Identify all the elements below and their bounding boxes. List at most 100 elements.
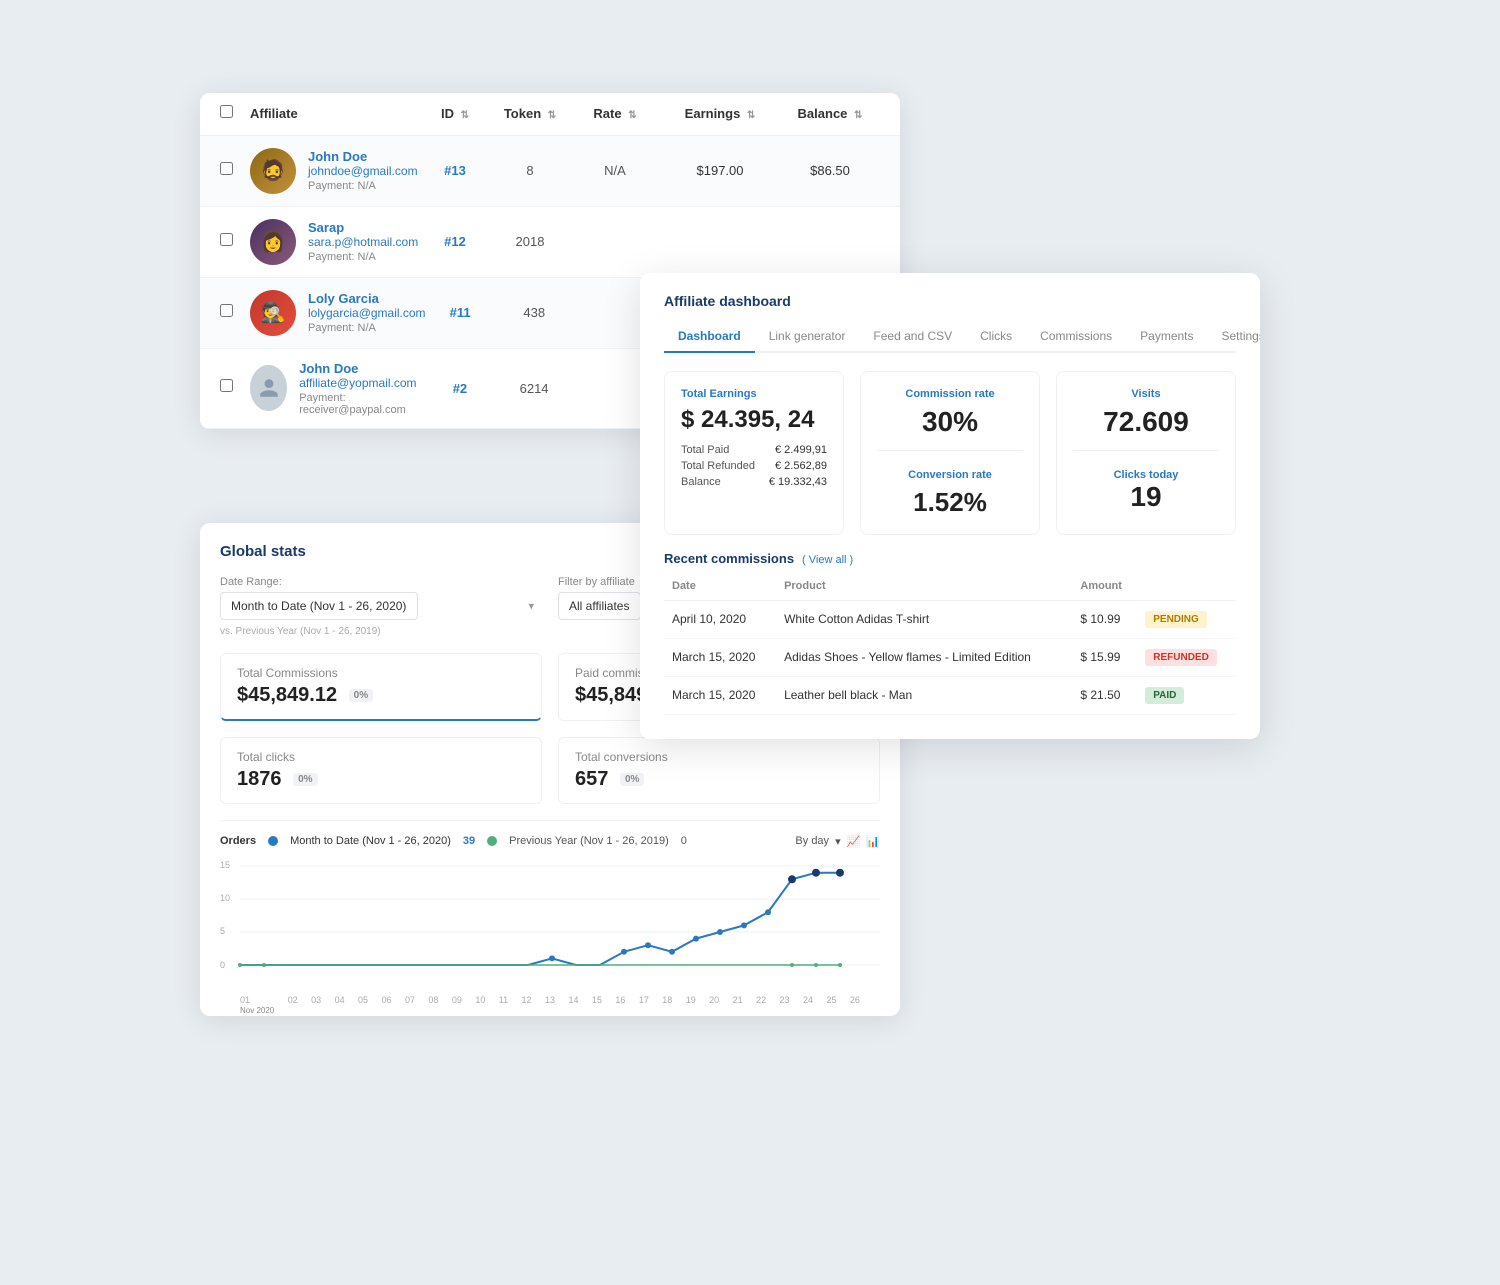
tab-dashboard[interactable]: Dashboard: [664, 323, 755, 353]
count-2: 0: [681, 835, 687, 847]
affiliate-payment-1: Payment: N/A: [308, 180, 418, 192]
affiliate-email-4[interactable]: affiliate@yopmail.com: [299, 376, 425, 390]
th-amount: Amount: [1072, 576, 1137, 601]
affiliate-name-1[interactable]: John Doe: [308, 149, 418, 164]
select-all-checkbox[interactable]: [220, 105, 233, 118]
x-label: 06: [382, 995, 392, 1015]
svg-text:5: 5: [220, 926, 225, 936]
affiliate-name-4[interactable]: John Doe: [299, 361, 425, 376]
recent-commissions-header: Recent commissions ( View all ): [664, 551, 1236, 566]
visits-divider: [1073, 450, 1219, 461]
balance-label: Balance: [681, 476, 721, 488]
x-label: 25: [826, 995, 836, 1015]
tab-settings[interactable]: Settings: [1208, 323, 1261, 353]
total-commissions-metric: Total Commissions $45,849.12 0%: [220, 653, 542, 721]
tab-link-generator[interactable]: Link generator: [755, 323, 860, 353]
svg-text:10: 10: [220, 893, 230, 903]
row-2-affiliate: 👩 Sarap sara.p@hotmail.com Payment: N/A: [250, 219, 420, 265]
affiliate-email-2[interactable]: sara.p@hotmail.com: [308, 235, 418, 249]
status-badge-pending: PENDING: [1145, 611, 1207, 628]
affiliate-payment-2: Payment: N/A: [308, 251, 418, 263]
total-conversions-metric: Total conversions 657 0%: [558, 737, 880, 804]
x-label: 13: [545, 995, 555, 1015]
total-conversions-label: Total conversions: [575, 750, 863, 764]
x-label: 20: [709, 995, 719, 1015]
total-refunded-label: Total Refunded: [681, 460, 755, 472]
total-earnings-card: Total Earnings $ 24.395, 24 Total Paid €…: [664, 371, 844, 535]
affiliate-info-2: Sarap sara.p@hotmail.com Payment: N/A: [308, 220, 418, 263]
total-clicks-value: 1876 0%: [237, 768, 525, 791]
x-label: 09: [452, 995, 462, 1015]
row-checkbox-2: [220, 233, 250, 251]
blue-dot: [268, 836, 278, 846]
bar-chart-icon[interactable]: 📊: [866, 835, 880, 848]
row-1-token: 8: [490, 163, 570, 178]
row-1-affiliate: 🧔 John Doe johndoe@gmail.com Payment: N/…: [250, 148, 420, 194]
th-product: Product: [776, 576, 1072, 601]
date-range-select-wrapper: Month to Date (Nov 1 - 26, 2020): [220, 592, 542, 620]
chart-legend: Orders Month to Date (Nov 1 - 26, 2020) …: [220, 835, 880, 848]
row-1-id: #13: [420, 163, 490, 178]
earnings-sort-icon: ⇅: [747, 110, 755, 121]
x-label: 21: [733, 995, 743, 1015]
balance-value: € 19.332,43: [769, 476, 827, 488]
row-1-earnings: $197.00: [660, 163, 780, 178]
affiliate-email-3[interactable]: lolygarcia@gmail.com: [308, 306, 426, 320]
row-4-checkbox[interactable]: [220, 379, 233, 392]
conversion-rate-value: 1.52%: [877, 487, 1023, 518]
visits-card: Visits 72.609 Clicks today 19: [1056, 371, 1236, 535]
green-dot: [487, 836, 497, 846]
token-sort-icon: ⇅: [548, 110, 556, 121]
x-axis-labels: 01Nov 2020 02 03 04 05 06 07 08 09 10 11…: [220, 995, 880, 1015]
orders-chart-area: Orders Month to Date (Nov 1 - 26, 2020) …: [220, 820, 880, 996]
total-earnings-title: Total Earnings: [681, 388, 827, 400]
tab-payments[interactable]: Payments: [1126, 323, 1207, 353]
x-label: 12: [522, 995, 532, 1015]
header-checkbox-cell: [220, 105, 250, 123]
th-affiliate[interactable]: Affiliate: [250, 106, 420, 121]
x-label: 10: [475, 995, 485, 1015]
affiliate-name-2[interactable]: Sarap: [308, 220, 418, 235]
row-2-token: 2018: [490, 234, 570, 249]
affiliate-name-3[interactable]: Loly Garcia: [308, 291, 426, 306]
chevron-down-icon[interactable]: ▾: [835, 835, 841, 848]
date-range-1-label: Month to Date (Nov 1 - 26, 2020): [290, 835, 451, 847]
th-rate[interactable]: Rate ⇅: [570, 106, 660, 121]
row-1-checkbox[interactable]: [220, 162, 233, 175]
row-1-rate: N/A: [570, 163, 660, 178]
tab-clicks[interactable]: Clicks: [966, 323, 1026, 353]
total-earnings-value: $ 24.395, 24: [681, 406, 827, 434]
table-row: 👩 Sarap sara.p@hotmail.com Payment: N/A …: [200, 207, 900, 278]
row-3-checkbox[interactable]: [220, 304, 233, 317]
commission-row: March 15, 2020 Adidas Shoes - Yellow fla…: [664, 638, 1236, 676]
affiliate-email-1[interactable]: johndoe@gmail.com: [308, 164, 418, 178]
th-token[interactable]: Token ⇅: [490, 106, 570, 121]
x-label: 02: [288, 995, 298, 1015]
commission-row: March 15, 2020 Leather bell black - Man …: [664, 676, 1236, 714]
date-range-select[interactable]: Month to Date (Nov 1 - 26, 2020): [220, 592, 418, 620]
x-label: 26: [850, 995, 860, 1015]
commissions-table: Date Product Amount April 10, 2020 White…: [664, 576, 1236, 715]
commission-product-3: Leather bell black - Man: [776, 676, 1072, 714]
stats-metrics-row-2: Total clicks 1876 0% Total conversions 6…: [220, 737, 880, 804]
visits-title: Visits: [1073, 388, 1219, 400]
th-id[interactable]: ID ⇅: [420, 106, 490, 121]
commission-date-1: April 10, 2020: [664, 600, 776, 638]
row-2-checkbox[interactable]: [220, 233, 233, 246]
status-badge-paid: PAID: [1145, 687, 1184, 704]
commission-product-2: Adidas Shoes - Yellow flames - Limited E…: [776, 638, 1072, 676]
th-balance[interactable]: Balance ⇅: [780, 106, 880, 121]
avatar-4: [250, 365, 287, 411]
tab-commissions[interactable]: Commissions: [1026, 323, 1126, 353]
th-earnings[interactable]: Earnings ⇅: [660, 106, 780, 121]
date-range-filter: Date Range: Month to Date (Nov 1 - 26, 2…: [220, 576, 542, 637]
view-all-link[interactable]: ( View all ): [802, 554, 853, 566]
affiliate-filter-select[interactable]: All affiliates: [558, 592, 641, 620]
tab-feed-csv[interactable]: Feed and CSV: [859, 323, 966, 353]
line-chart-icon[interactable]: 📈: [847, 835, 861, 848]
x-label: 03: [311, 995, 321, 1015]
count-1: 39: [463, 835, 475, 847]
balance-sort-icon: ⇅: [854, 110, 862, 121]
chart-container: 15 10 5 0: [220, 856, 880, 996]
orders-label: Orders: [220, 835, 256, 847]
